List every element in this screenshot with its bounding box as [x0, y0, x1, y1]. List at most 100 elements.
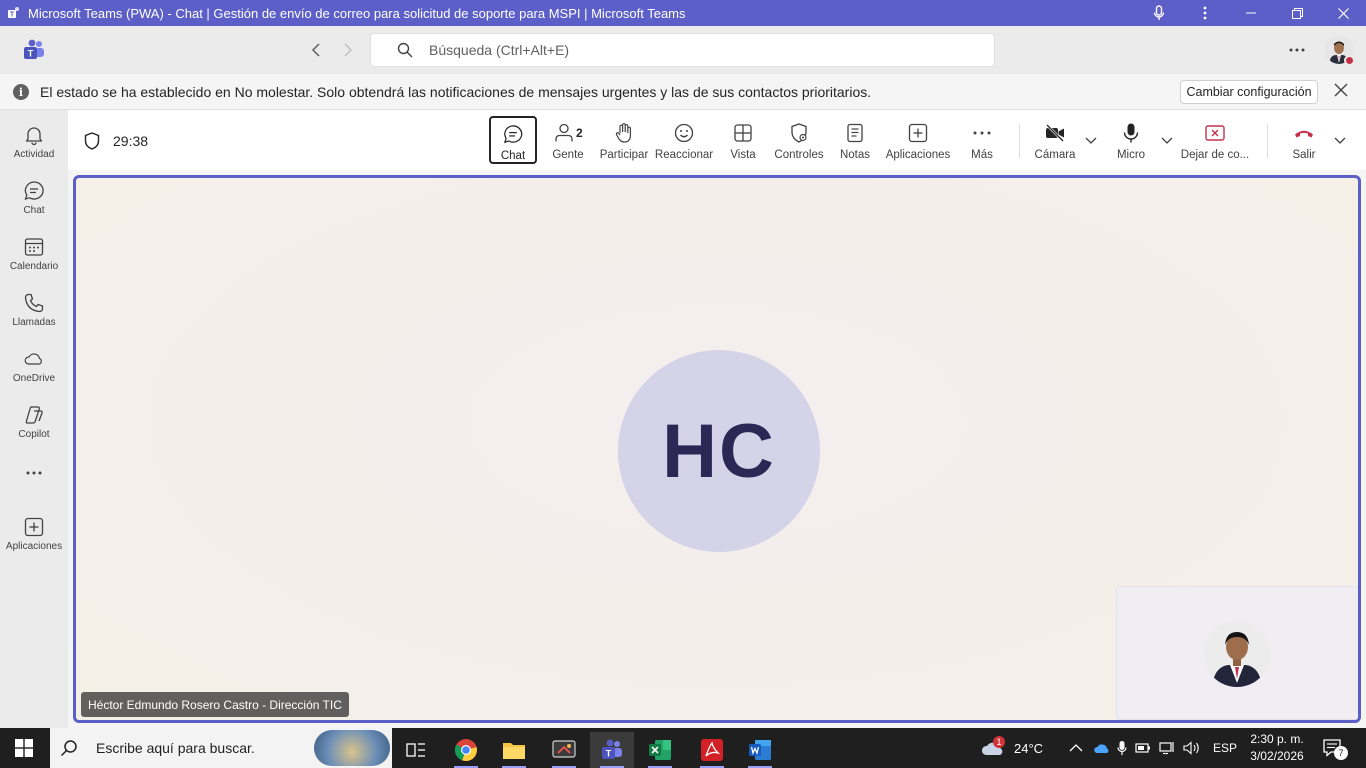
controls-button[interactable]: Controles	[774, 116, 824, 164]
acrobat-icon[interactable]	[690, 732, 734, 768]
close-window-button[interactable]	[1320, 0, 1366, 26]
add-apps-icon	[24, 517, 44, 537]
leave-options-chevron-icon[interactable]	[1334, 136, 1346, 146]
volume-tray-icon[interactable]	[1183, 741, 1201, 755]
copilot-icon	[25, 406, 43, 424]
snipping-tool-icon[interactable]	[542, 732, 586, 768]
people-button[interactable]: 2 Gente	[548, 116, 588, 164]
word-icon[interactable]	[738, 732, 782, 768]
info-icon: i	[13, 84, 29, 100]
bell-icon	[25, 127, 43, 146]
app-topbar: T	[0, 26, 1366, 74]
divider	[1019, 124, 1020, 158]
self-video-tile[interactable]	[1116, 586, 1358, 720]
onedrive-tray-icon[interactable]	[1093, 742, 1111, 754]
notes-button[interactable]: Notas	[838, 116, 872, 164]
call-timer: 29:38	[113, 133, 149, 149]
raise-hand-label: Participar	[599, 149, 649, 161]
taskbar-clock[interactable]: 2:30 p. m. 3/02/2026	[1242, 731, 1312, 765]
show-hidden-icons-chevron-icon[interactable]	[1069, 743, 1083, 753]
teams-logo-icon[interactable]: T	[22, 39, 46, 61]
mic-options-chevron-icon[interactable]	[1161, 136, 1173, 146]
weather-temperature: 24°C	[1014, 740, 1044, 756]
rail-item-onedrive[interactable]: OneDrive	[0, 340, 68, 392]
rail-label: Llamadas	[12, 317, 56, 328]
participant-avatar: HC	[618, 350, 820, 552]
excel-icon[interactable]	[638, 732, 682, 768]
clock-date: 3/02/2026	[1250, 749, 1304, 763]
search-highlight-image	[314, 730, 390, 766]
microphone-tray-icon[interactable]	[1117, 740, 1127, 756]
leave-call-button[interactable]: Salir	[1288, 116, 1320, 164]
do-not-disturb-badge	[1344, 55, 1355, 66]
app-rail: Actividad Chat Calendario Llamadas OneDr…	[0, 110, 68, 728]
camera-off-icon	[1046, 124, 1064, 142]
rail-item-apps[interactable]: Aplicaciones	[0, 508, 68, 560]
rail-item-calls[interactable]: Llamadas	[0, 284, 68, 336]
rail-item-activity[interactable]: Actividad	[0, 116, 68, 168]
notes-label: Notas	[839, 149, 871, 161]
meeting-stage: HC Héctor Edmundo Rosero Castro - Direcc…	[73, 175, 1361, 723]
notification-center-button[interactable]: 7	[1322, 728, 1348, 768]
cloud-icon	[24, 353, 42, 365]
input-language[interactable]: ESP	[1213, 741, 1237, 755]
change-settings-button[interactable]: Cambiar configuración	[1180, 80, 1318, 104]
chrome-icon[interactable]	[444, 732, 488, 768]
svg-text:T: T	[28, 49, 34, 59]
taskbar-search[interactable]: Escribe aquí para buscar.	[50, 728, 392, 768]
battery-tray-icon[interactable]	[1135, 741, 1151, 755]
rail-item-calendar[interactable]: Calendario	[0, 228, 68, 280]
camera-label: Cámara	[1034, 149, 1076, 161]
participant-name-tag: Héctor Edmundo Rosero Castro - Dirección…	[81, 692, 349, 717]
user-avatar[interactable]	[1325, 36, 1355, 67]
view-button[interactable]: Vista	[728, 116, 758, 164]
task-view-icon[interactable]	[394, 732, 438, 768]
file-explorer-icon[interactable]	[492, 732, 536, 768]
call-apps-button[interactable]: Aplicaciones	[886, 116, 950, 164]
rail-label: Calendario	[9, 261, 59, 272]
restore-button[interactable]	[1274, 0, 1320, 26]
windows-start-icon[interactable]	[14, 738, 34, 758]
window-menu-icon[interactable]	[1182, 0, 1228, 26]
teams-taskbar-icon[interactable]: T	[590, 732, 634, 768]
rail-item-copilot[interactable]: Copilot	[0, 396, 68, 448]
react-label: Reaccionar	[654, 149, 714, 161]
mic-button[interactable]: Micro	[1114, 116, 1148, 164]
minimize-button[interactable]	[1228, 0, 1274, 26]
camera-button[interactable]: Cámara	[1034, 116, 1076, 164]
leave-label: Salir	[1292, 149, 1316, 161]
rail-item-chat[interactable]: Chat	[0, 172, 68, 224]
network-tray-icon[interactable]	[1159, 741, 1175, 755]
voice-mic-icon[interactable]	[1136, 0, 1182, 26]
phone-icon	[24, 293, 44, 313]
react-button[interactable]: Reaccionar	[654, 116, 714, 164]
forward-arrow-icon[interactable]	[338, 40, 358, 60]
mic-label: Micro	[1116, 149, 1146, 161]
people-icon	[555, 123, 573, 142]
call-chat-button[interactable]: Chat	[489, 116, 537, 164]
back-arrow-icon[interactable]	[306, 40, 326, 60]
call-apps-label: Aplicaciones	[885, 149, 951, 161]
camera-options-chevron-icon[interactable]	[1085, 136, 1097, 146]
weather-widget[interactable]: 1 24°C	[980, 728, 1043, 768]
more-actions-button[interactable]: Más	[966, 116, 998, 164]
raise-hand-button[interactable]: Participar	[599, 116, 649, 164]
windows-taskbar: Escribe aquí para buscar. T 1 24°C ESP 2…	[0, 728, 1366, 768]
stop-sharing-button[interactable]: Dejar de co...	[1181, 116, 1249, 164]
self-avatar	[1204, 621, 1270, 687]
window-titlebar: T Microsoft Teams (PWA) - Chat | Gestión…	[0, 0, 1366, 26]
status-notification-bar: i El estado se ha establecido en No mole…	[0, 74, 1366, 110]
svg-text:T: T	[606, 749, 612, 759]
search-icon	[60, 740, 77, 757]
calendar-icon	[24, 238, 44, 256]
call-chat-label: Chat	[500, 150, 526, 162]
rail-more-icon[interactable]	[0, 460, 68, 486]
more-label: Más	[971, 149, 993, 161]
close-notification-icon[interactable]	[1334, 83, 1352, 101]
search-input[interactable]	[429, 42, 929, 58]
taskbar-search-text: Escribe aquí para buscar.	[96, 740, 255, 756]
shield-icon	[84, 132, 100, 150]
search-box[interactable]	[370, 33, 995, 67]
notes-icon	[847, 123, 863, 143]
more-options-icon[interactable]	[1284, 38, 1310, 62]
